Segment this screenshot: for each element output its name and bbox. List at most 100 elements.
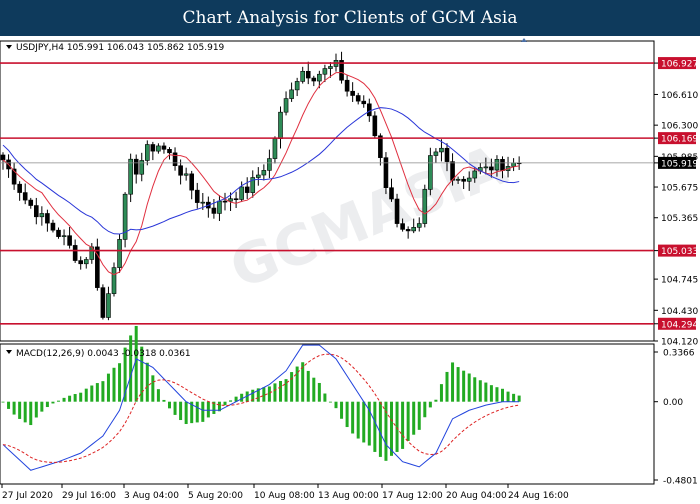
macd-histogram-bar — [79, 392, 83, 402]
candle-body — [78, 260, 83, 265]
time-axis-label: 5 Aug 20:00 — [188, 491, 243, 500]
candle-body — [211, 207, 217, 214]
price-axis-label: 104.430 — [661, 307, 698, 317]
candle-body — [405, 229, 411, 232]
candle-body — [322, 68, 328, 75]
macd-histogram-bar — [73, 394, 77, 402]
candle-body — [228, 198, 233, 202]
macd-histogram-bar — [473, 377, 477, 402]
macd-histogram-bar — [439, 384, 443, 402]
candle-body — [378, 135, 383, 158]
candle-body — [72, 245, 78, 261]
candle-body — [67, 235, 72, 246]
macd-histogram-bar — [112, 367, 116, 402]
macd-histogram-bar — [84, 388, 88, 402]
price-axis-label: 105.033 — [661, 247, 698, 257]
macd-histogram-bar — [18, 401, 22, 419]
candle-body — [133, 158, 139, 175]
candle-body — [189, 173, 194, 191]
candle-body — [366, 103, 372, 117]
macd-histogram-bar — [462, 370, 466, 402]
price-axis-label: 106.300 — [661, 122, 698, 132]
macd-histogram-bar — [478, 380, 482, 402]
macd-histogram-bar — [428, 401, 432, 408]
macd-histogram-bar — [173, 401, 177, 415]
macd-histogram-bar — [384, 401, 388, 461]
candle-body — [400, 223, 405, 230]
candle-body — [100, 287, 106, 318]
price-axis-label: 106.169 — [661, 135, 698, 145]
trading-chart[interactable]: GCMASIA USDJPY,H4 105.991 106.043 105.86… — [0, 36, 700, 501]
candle-body — [350, 90, 355, 96]
macd-histogram-bar — [229, 400, 233, 402]
candle-body — [45, 213, 50, 224]
candle-body — [183, 173, 189, 176]
candle-body — [328, 66, 333, 69]
macd-histogram-bar — [34, 401, 38, 418]
macd-histogram-bar — [312, 377, 316, 402]
candle-body — [200, 201, 206, 204]
macd-histogram-bar — [412, 401, 416, 435]
macd-histogram-bar — [340, 401, 344, 419]
candle-body — [278, 111, 283, 140]
candle-body — [233, 198, 239, 201]
macd-histogram-bar — [434, 399, 438, 402]
macd-histogram-bar — [334, 401, 338, 409]
macd-histogram-bar — [451, 362, 455, 402]
time-axis-label: 27 Jul 2020 — [2, 491, 53, 500]
candle-body — [178, 165, 183, 176]
macd-axis-label: 0.3366 — [663, 349, 695, 359]
macd-histogram-bar — [12, 401, 16, 415]
candle-body — [128, 158, 133, 195]
chart-title-banner: Chart Analysis for Clients of GCM Asia — [0, 0, 700, 36]
candle-body — [411, 227, 417, 232]
candle-body — [294, 81, 300, 91]
price-axis-label: 104.745 — [661, 276, 698, 286]
macd-histogram-bar — [23, 401, 27, 423]
candle-body — [33, 205, 39, 218]
price-axis-label: 105.675 — [661, 184, 698, 194]
chart-stage[interactable]: GCMASIA USDJPY,H4 105.991 106.043 105.86… — [0, 36, 700, 501]
candle-body — [466, 177, 472, 182]
macd-histogram-bar — [40, 401, 44, 412]
macd-histogram-bar — [423, 401, 427, 418]
macd-histogram-bar — [145, 362, 149, 402]
macd-histogram-bar — [279, 380, 282, 402]
price-axis-label: 105.365 — [661, 214, 698, 224]
candle-body — [439, 147, 444, 153]
candle-body — [311, 77, 317, 82]
time-axis-label: 24 Aug 16:00 — [508, 491, 569, 500]
candle-body — [428, 155, 433, 190]
candle-body — [355, 95, 361, 102]
macd-histogram-bar — [401, 401, 405, 449]
macd-histogram-bar — [201, 401, 205, 422]
macd-histogram-bar — [362, 401, 366, 443]
candle-body — [472, 170, 478, 179]
candle-body — [194, 189, 200, 203]
macd-histogram-bar — [495, 387, 499, 402]
macd-histogram-bar — [151, 375, 155, 402]
macd-histogram-bar — [162, 399, 166, 402]
candle-body — [244, 186, 250, 193]
candle-body — [172, 152, 178, 167]
price-axis-label: 106.610 — [661, 91, 698, 101]
candle-body — [239, 186, 244, 200]
candle-body — [267, 158, 272, 171]
candle-body — [500, 159, 505, 171]
macd-histogram-bar — [68, 395, 72, 402]
macd-histogram-bar — [489, 385, 493, 402]
candle-body — [217, 200, 222, 214]
macd-histogram-bar — [223, 401, 227, 406]
time-axis-label: 13 Aug 00:00 — [318, 491, 379, 500]
macd-histogram-bar — [195, 401, 199, 423]
candle-body — [117, 239, 122, 268]
macd-histogram-bar — [90, 385, 94, 402]
candle-body — [22, 192, 28, 201]
candle-body — [394, 198, 400, 224]
macd-histogram-bar — [306, 370, 310, 402]
macd-histogram-bar — [406, 401, 410, 441]
macd-histogram-bar — [395, 401, 399, 452]
candle-body — [383, 157, 389, 188]
time-axis-label: 20 Aug 04:00 — [446, 491, 507, 500]
candle-body — [83, 259, 89, 265]
